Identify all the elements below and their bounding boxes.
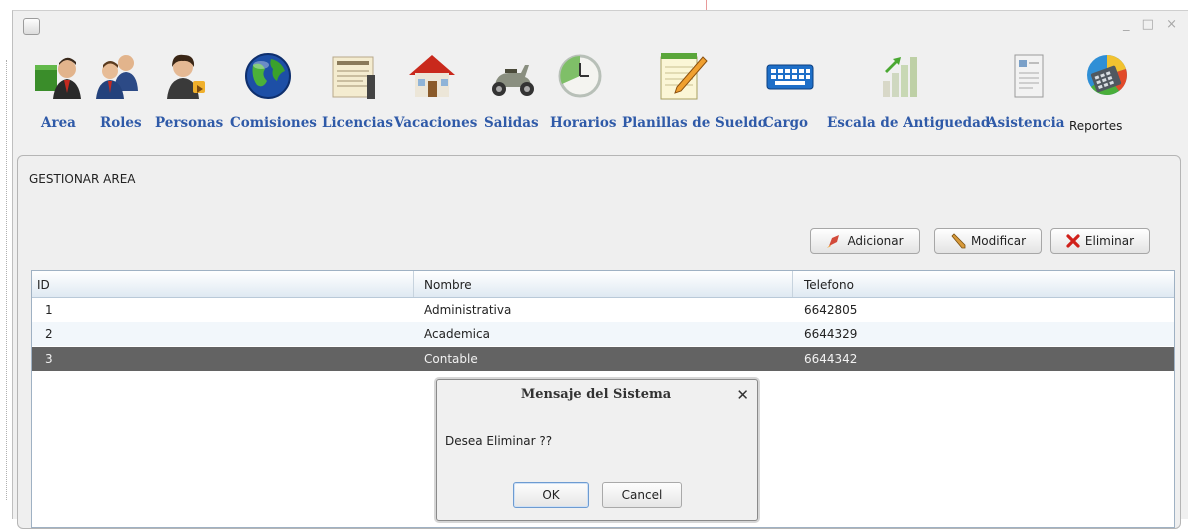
column-header-nombre[interactable]: Nombre — [424, 278, 472, 292]
toolbar-comisiones[interactable]: Comisiones — [229, 47, 317, 143]
column-header-telefono[interactable]: Telefono — [804, 278, 854, 292]
toolbar-licencias[interactable]: Licencias — [319, 47, 393, 143]
column-divider[interactable] — [792, 271, 793, 297]
dialog-message: Desea Eliminar ?? — [445, 434, 553, 448]
ok-button[interactable]: OK — [513, 482, 589, 508]
confirm-dialog: Mensaje del Sistema ✕ Desea Eliminar ?? … — [436, 379, 758, 521]
cell-nombre: Contable — [424, 352, 478, 366]
toolbar-comisiones-label: Comisiones — [230, 115, 317, 131]
toolbar-vacaciones-label: Vacaciones — [394, 115, 478, 131]
personas-icon — [167, 54, 205, 99]
column-header-id[interactable]: ID — [37, 278, 50, 292]
toolbar-salidas-label: Salidas — [484, 115, 539, 131]
pencil-icon — [951, 233, 966, 249]
toolbar-salidas[interactable]: Salidas — [483, 47, 547, 143]
cell-nombre: Administrativa — [424, 303, 512, 317]
roles-people-icon — [96, 55, 138, 99]
toolbar-planillas-label: Planillas de Sueldo — [622, 115, 767, 131]
delete-button-label: Eliminar — [1084, 234, 1135, 248]
close-icon[interactable]: ✕ — [736, 386, 749, 404]
delete-button[interactable]: Eliminar — [1050, 228, 1150, 254]
system-menu-button[interactable] — [23, 18, 40, 35]
globe-icon — [245, 53, 291, 99]
column-divider[interactable] — [413, 271, 414, 297]
add-button[interactable]: Adicionar — [810, 228, 920, 254]
dialog-title: Mensaje del Sistema — [520, 387, 672, 402]
left-guide-line — [6, 60, 8, 500]
cell-id: 1 — [45, 303, 53, 317]
toolbar-reportes[interactable]: Reportes — [1069, 47, 1147, 143]
delete-x-icon — [1066, 234, 1080, 248]
table-row-selected[interactable]: 3 Contable 6644342 — [32, 347, 1174, 371]
cell-telefono: 6644329 — [804, 327, 858, 341]
cell-telefono: 6644342 — [804, 352, 858, 366]
main-toolbar: Area Roles Personas Comisiones Licencias… — [13, 47, 1188, 147]
house-icon — [409, 55, 455, 97]
toolbar-area[interactable]: Area — [35, 47, 91, 143]
attendance-sheet-icon — [1014, 54, 1044, 98]
edit-button[interactable]: Modificar — [934, 228, 1042, 254]
edit-button-label: Modificar — [970, 234, 1027, 248]
add-icon — [827, 235, 840, 248]
toolbar-horarios[interactable]: Horarios — [549, 47, 617, 143]
toolbar-cargo[interactable]: Cargo — [761, 47, 823, 143]
toolbar-asistencia[interactable]: Asistencia — [987, 47, 1073, 143]
toolbar-roles-label: Roles — [100, 115, 142, 131]
toolbar-area-label: Area — [41, 115, 76, 131]
toolbar-vacaciones[interactable]: Vacaciones — [393, 47, 479, 143]
add-button-label: Adicionar — [847, 234, 904, 248]
cancel-button[interactable]: Cancel — [602, 482, 682, 508]
toolbar-roles[interactable]: Roles — [95, 47, 155, 143]
table-header: ID Nombre Telefono — [32, 271, 1174, 298]
scooter-icon — [492, 65, 534, 96]
toolbar-planillas[interactable]: Planillas de Sueldo — [619, 47, 767, 143]
bar-chart-icon — [883, 57, 917, 97]
toolbar-reportes-label: Reportes — [1069, 119, 1123, 133]
top-red-mark — [706, 0, 707, 10]
keyboard-icon — [766, 64, 814, 90]
cell-telefono: 6642805 — [804, 303, 858, 317]
panel-title: GESTIONAR AREA — [29, 172, 136, 186]
window-controls[interactable]: _ □ × — [1123, 17, 1181, 32]
cell-id: 2 — [45, 327, 53, 341]
toolbar-horarios-label: Horarios — [550, 115, 617, 131]
toolbar-personas[interactable]: Personas — [155, 47, 225, 143]
document-icon — [332, 56, 375, 99]
cell-nombre: Academica — [424, 327, 490, 341]
table-row[interactable]: 2 Academica 6644329 — [32, 322, 1174, 346]
toolbar-escala[interactable]: Escala de Antiguedad — [825, 47, 991, 143]
cell-id: 3 — [45, 352, 53, 366]
clock-icon — [558, 54, 602, 98]
table-row[interactable]: 1 Administrativa 6642805 — [32, 298, 1174, 322]
toolbar-escala-label: Escala de Antiguedad — [827, 115, 991, 131]
calculator-pie-icon — [1087, 55, 1127, 95]
toolbar-asistencia-label: Asistencia — [987, 115, 1065, 131]
toolbar-licencias-label: Licencias — [322, 115, 393, 131]
toolbar-personas-label: Personas — [155, 115, 224, 131]
area-people-icon — [35, 57, 81, 99]
notepad-pencil-icon — [660, 53, 708, 100]
toolbar-cargo-label: Cargo — [763, 115, 809, 131]
